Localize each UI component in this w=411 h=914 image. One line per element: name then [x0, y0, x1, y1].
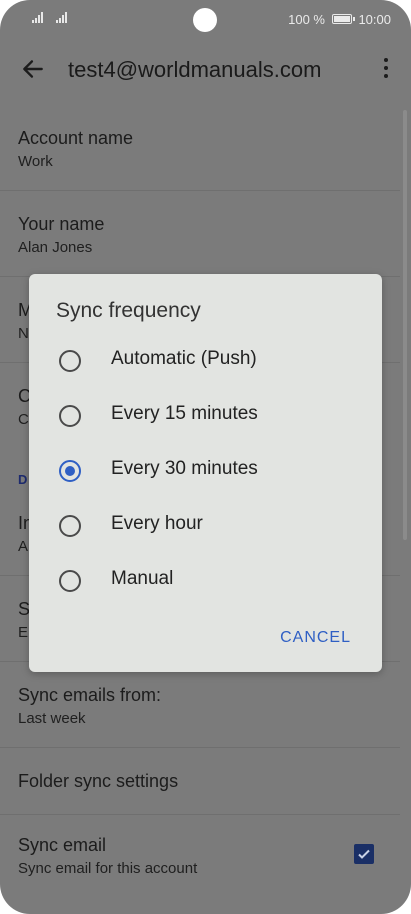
status-time: 10:00: [358, 12, 391, 27]
dialog-title: Sync frequency: [56, 299, 201, 322]
option-every-30-minutes[interactable]: Every 30 minutes: [29, 444, 382, 498]
status-bar: 100 % 10:00: [0, 0, 411, 40]
back-arrow-icon[interactable]: [20, 56, 46, 82]
sync-frequency-dialog: Sync frequency Automatic (Push) Every 15…: [29, 274, 382, 672]
option-manual[interactable]: Manual: [29, 554, 382, 608]
option-every-15-minutes[interactable]: Every 15 minutes: [29, 389, 382, 443]
radio-button[interactable]: [59, 515, 81, 537]
battery-percent: 100 %: [288, 12, 325, 27]
battery-icon: [332, 14, 355, 24]
setting-value: A: [18, 538, 29, 555]
setting-sync-email[interactable]: Sync email Sync email for this account: [0, 815, 400, 905]
setting-title: Sync emails from:: [18, 685, 162, 705]
setting-value: Last week: [18, 710, 86, 727]
signal-icon: [32, 12, 43, 23]
phone-screen: 100 % 10:00 test4@worldmanuals.com Accou…: [0, 0, 411, 914]
more-options-icon[interactable]: [383, 58, 389, 80]
setting-your-name[interactable]: Your name Alan Jones: [0, 191, 400, 277]
setting-folder-sync[interactable]: Folder sync settings: [0, 748, 400, 815]
setting-value: Alan Jones: [18, 239, 93, 256]
camera-cutout: [193, 8, 217, 32]
sync-email-checkbox[interactable]: [354, 844, 374, 864]
option-label: Manual: [111, 568, 174, 589]
option-label: Automatic (Push): [111, 348, 257, 369]
app-bar: test4@worldmanuals.com: [0, 44, 411, 94]
radio-button[interactable]: [59, 350, 81, 372]
cancel-button[interactable]: CANCEL: [280, 629, 351, 647]
section-header: D: [18, 472, 28, 487]
setting-sync-emails-from[interactable]: Sync emails from: Last week: [0, 662, 400, 748]
setting-title: Account name: [18, 128, 134, 148]
setting-value: E: [18, 624, 29, 641]
page-title: test4@worldmanuals.com: [68, 57, 322, 82]
setting-value: N: [18, 325, 29, 342]
setting-account-name[interactable]: Account name Work: [0, 105, 400, 191]
option-label: Every hour: [111, 513, 203, 534]
radio-button[interactable]: [59, 570, 81, 592]
setting-title: Sync email: [18, 835, 107, 855]
setting-title: Folder sync settings: [18, 771, 179, 791]
radio-button-selected[interactable]: [59, 460, 81, 482]
option-automatic-push[interactable]: Automatic (Push): [29, 334, 382, 388]
radio-button[interactable]: [59, 405, 81, 427]
option-label: Every 15 minutes: [111, 403, 258, 424]
checkmark-icon: [358, 849, 370, 859]
option-every-hour[interactable]: Every hour: [29, 499, 382, 553]
scrollbar[interactable]: [403, 110, 407, 540]
setting-value: C: [18, 411, 29, 428]
setting-title: Your name: [18, 214, 105, 234]
signal-icon: [56, 12, 67, 23]
setting-value: Sync email for this account: [18, 860, 198, 877]
option-label: Every 30 minutes: [111, 458, 258, 479]
setting-value: Work: [18, 153, 53, 170]
